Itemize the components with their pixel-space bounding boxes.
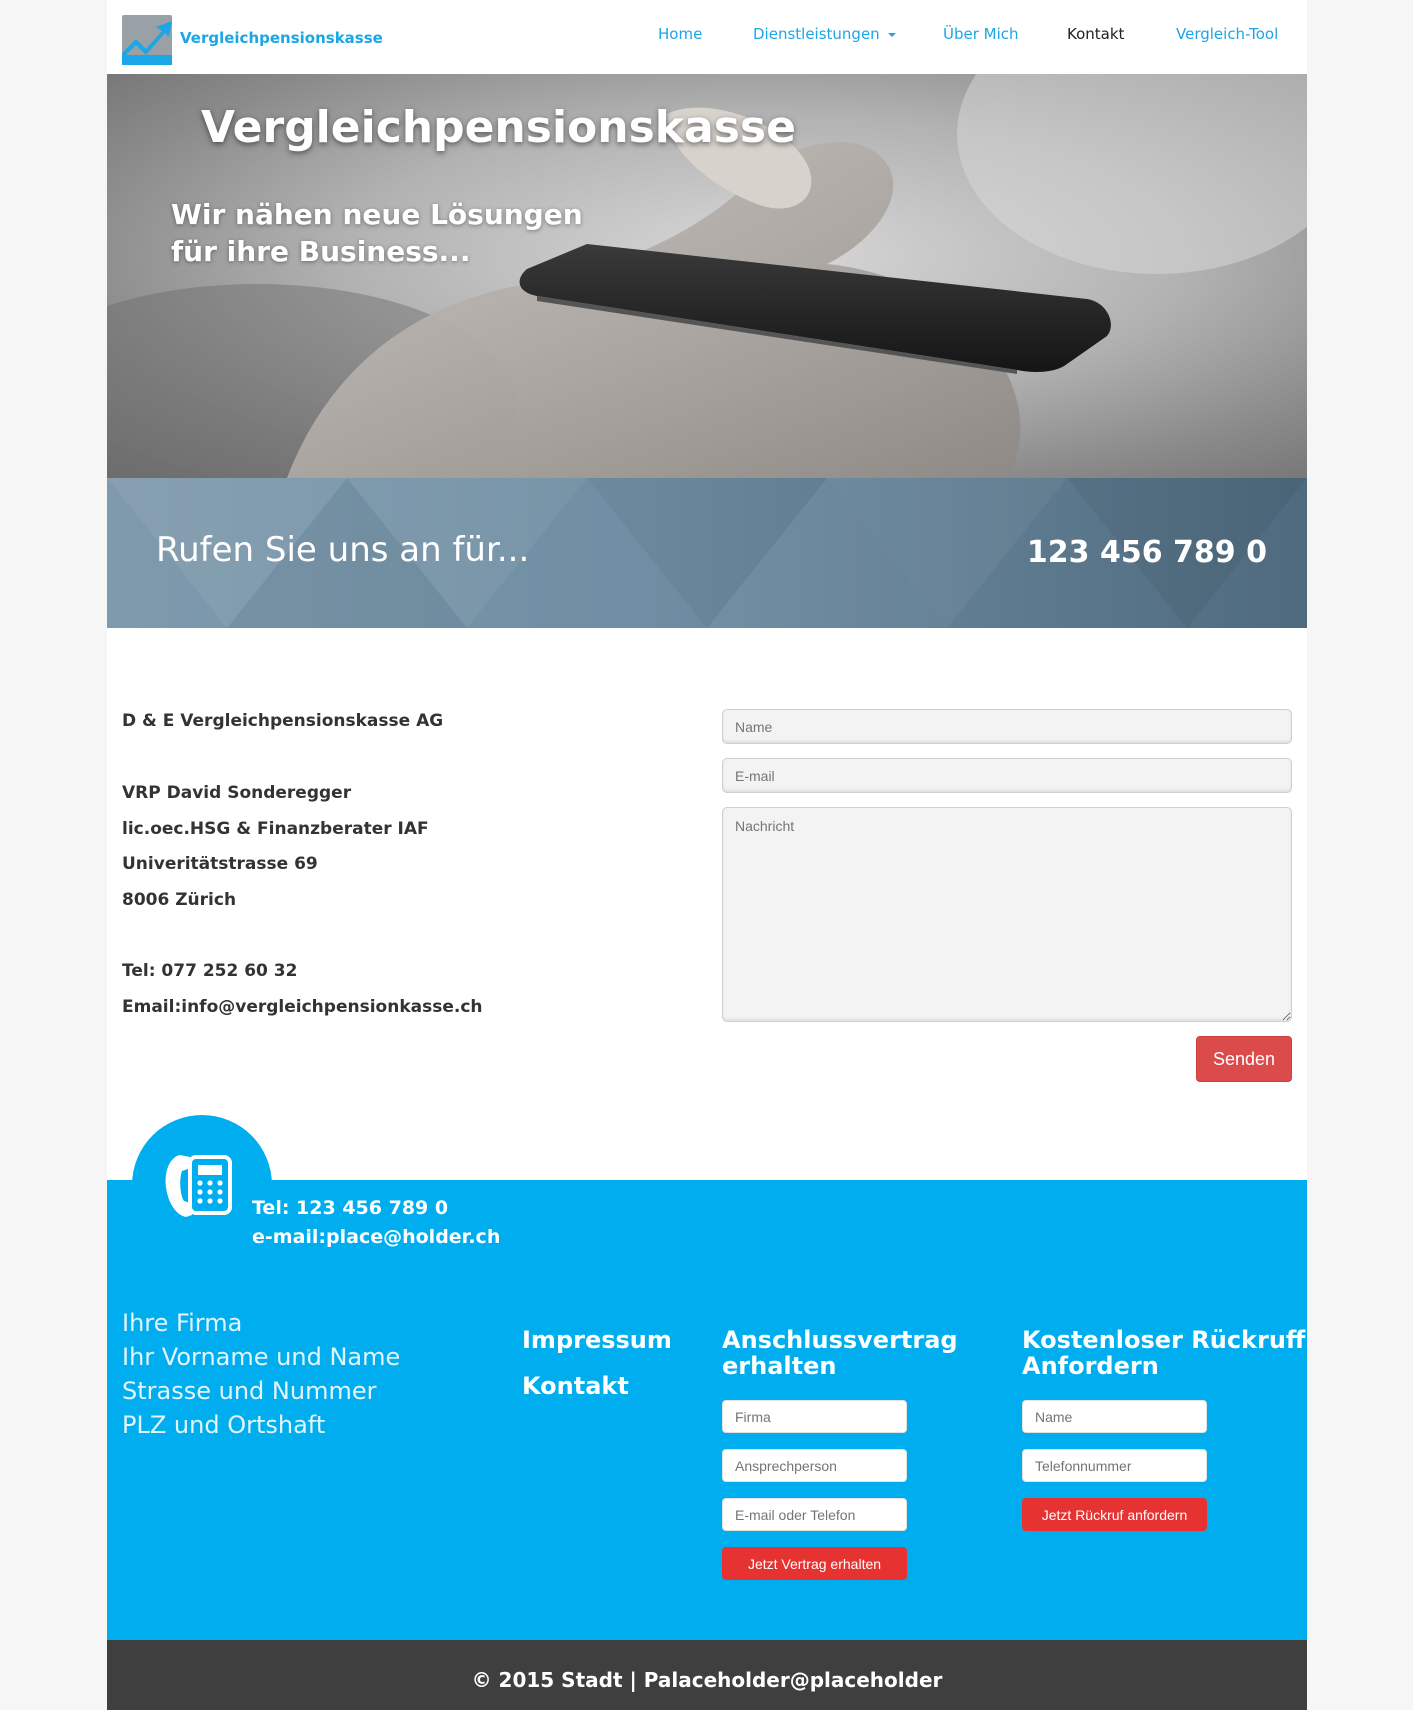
caret-down-icon	[887, 32, 896, 37]
company-name: D & E Vergleichpensionskasse AG	[122, 711, 444, 731]
hero-banner: Vergleichpensionskasse Wir nähen neue Lö…	[107, 74, 1307, 478]
callback-heading-line1: Kostenloser Rückruff	[1022, 1326, 1306, 1354]
contract-heading-line1: Anschlussvertrag	[722, 1326, 958, 1354]
footer-address-street: Strasse und Nummer	[122, 1377, 377, 1405]
footer-email[interactable]: e-mail:place@holder.ch	[252, 1226, 500, 1248]
hero-title: Vergleichpensionskasse	[201, 102, 796, 153]
chart-logo-icon[interactable]	[122, 15, 172, 65]
telephone-icon	[165, 1155, 232, 1217]
call-band: Rufen Sie uns an für... 123 456 789 0	[107, 478, 1307, 628]
contact-title: lic.oec.HSG & Finanzberater IAF	[122, 819, 429, 839]
contact-street: Univeritätstrasse 69	[122, 854, 318, 874]
call-band-number[interactable]: 123 456 789 0	[1027, 535, 1267, 570]
page: Vergleichpensionskasse Home Dienstleistu…	[107, 0, 1307, 1710]
hero-subtitle-line1: Wir nähen neue Lösungen	[171, 198, 583, 231]
hero-subtitle: Wir nähen neue Lösungen für ihre Busines…	[171, 196, 583, 270]
callback-name-input[interactable]	[1022, 1400, 1207, 1433]
callback-heading: Kostenloser Rückruff Anfordern	[1022, 1327, 1305, 1379]
brand-name[interactable]: Vergleichpensionskasse	[180, 29, 383, 47]
footer-link-impressum[interactable]: Impressum	[522, 1326, 672, 1354]
hero-subtitle-line2: für ihre Business...	[171, 235, 471, 268]
nav-item-home[interactable]: Home	[658, 25, 702, 43]
email-or-phone-input[interactable]	[722, 1498, 907, 1531]
nav-item-kontakt[interactable]: Kontakt	[1067, 25, 1124, 43]
footer-link-kontakt[interactable]: Kontakt	[522, 1372, 629, 1400]
footer-address-firma: Ihre Firma	[122, 1309, 243, 1337]
email-input[interactable]	[722, 758, 1292, 793]
copyright-text: © 2015 Stadt | Palaceholder@placeholder	[471, 1668, 943, 1692]
contact-city: 8006 Zürich	[122, 890, 237, 910]
nav-item-dienstleistungen-label: Dienstleistungen	[753, 25, 880, 43]
contact-tel: Tel: 077 252 60 32	[122, 961, 298, 981]
send-button[interactable]: Senden	[1196, 1036, 1292, 1082]
name-input[interactable]	[722, 709, 1292, 744]
footer-bottom-bar: © 2015 Stadt | Palaceholder@placeholder	[107, 1640, 1307, 1710]
contact-email[interactable]: Email:info@vergleichpensionkasse.ch	[122, 997, 483, 1017]
nav-item-vergleich-tool[interactable]: Vergleich-Tool	[1176, 25, 1278, 43]
firma-input[interactable]	[722, 1400, 907, 1433]
contract-heading: Anschlussvertrag erhalten	[722, 1327, 958, 1379]
callback-heading-line2: Anfordern	[1022, 1352, 1159, 1380]
footer-tel: Tel: 123 456 789 0	[252, 1197, 449, 1219]
nav-item-ueber-mich[interactable]: Über Mich	[943, 25, 1019, 43]
contact-person: VRP David Sonderegger	[122, 783, 352, 803]
get-contract-button[interactable]: Jetzt Vertrag erhalten	[722, 1547, 907, 1580]
phone-badge	[132, 1115, 272, 1255]
navbar: Vergleichpensionskasse Home Dienstleistu…	[107, 0, 1307, 74]
footer-address-city: PLZ und Ortshaft	[122, 1411, 326, 1439]
call-band-text: Rufen Sie uns an für...	[156, 530, 530, 570]
ansprechperson-input[interactable]	[722, 1449, 907, 1482]
contract-heading-line2: erhalten	[722, 1352, 837, 1380]
callback-phone-input[interactable]	[1022, 1449, 1207, 1482]
message-textarea[interactable]	[722, 807, 1292, 1022]
footer-address-name: Ihr Vorname und Name	[122, 1343, 401, 1371]
nav-item-dienstleistungen[interactable]: Dienstleistungen	[753, 25, 896, 43]
request-callback-button[interactable]: Jetzt Rückruf anfordern	[1022, 1498, 1207, 1531]
